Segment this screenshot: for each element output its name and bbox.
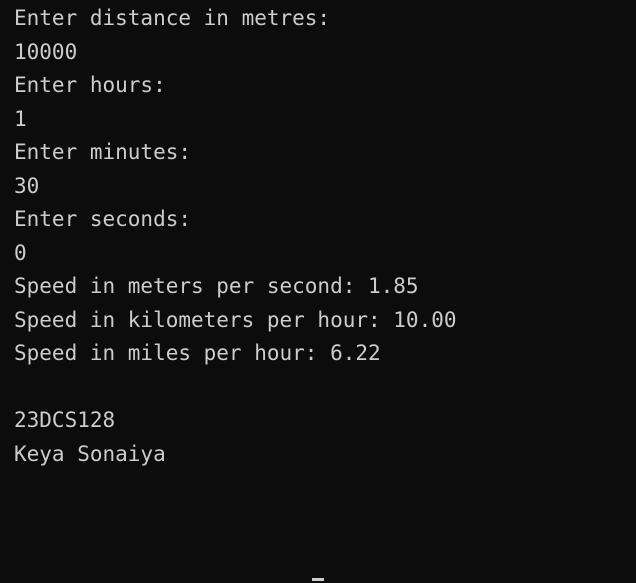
text-cursor (312, 578, 324, 581)
student-id: 23DCS128 (14, 408, 116, 432)
input-hours: 1 (14, 106, 27, 131)
prompt-minutes: Enter minutes: (14, 140, 192, 164)
console-output[interactable]: Enter distance in metres: 10000 Enter ho… (0, 0, 636, 583)
prompt-seconds: Enter seconds: (14, 207, 192, 231)
output-speed-mps: Speed in meters per second: 1.85 (14, 274, 419, 298)
input-minutes: 30 (14, 173, 40, 198)
input-seconds: 0 (14, 240, 27, 265)
output-speed-kmh: Speed in kilometers per hour: 10.00 (14, 307, 457, 332)
prompt-hours: Enter hours: (14, 73, 166, 97)
prompt-distance: Enter distance in metres: (14, 6, 331, 30)
student-name: Keya Sonaiya (14, 441, 166, 466)
output-speed-mph: Speed in miles per hour: 6.22 (14, 341, 381, 365)
input-distance: 10000 (14, 39, 78, 64)
